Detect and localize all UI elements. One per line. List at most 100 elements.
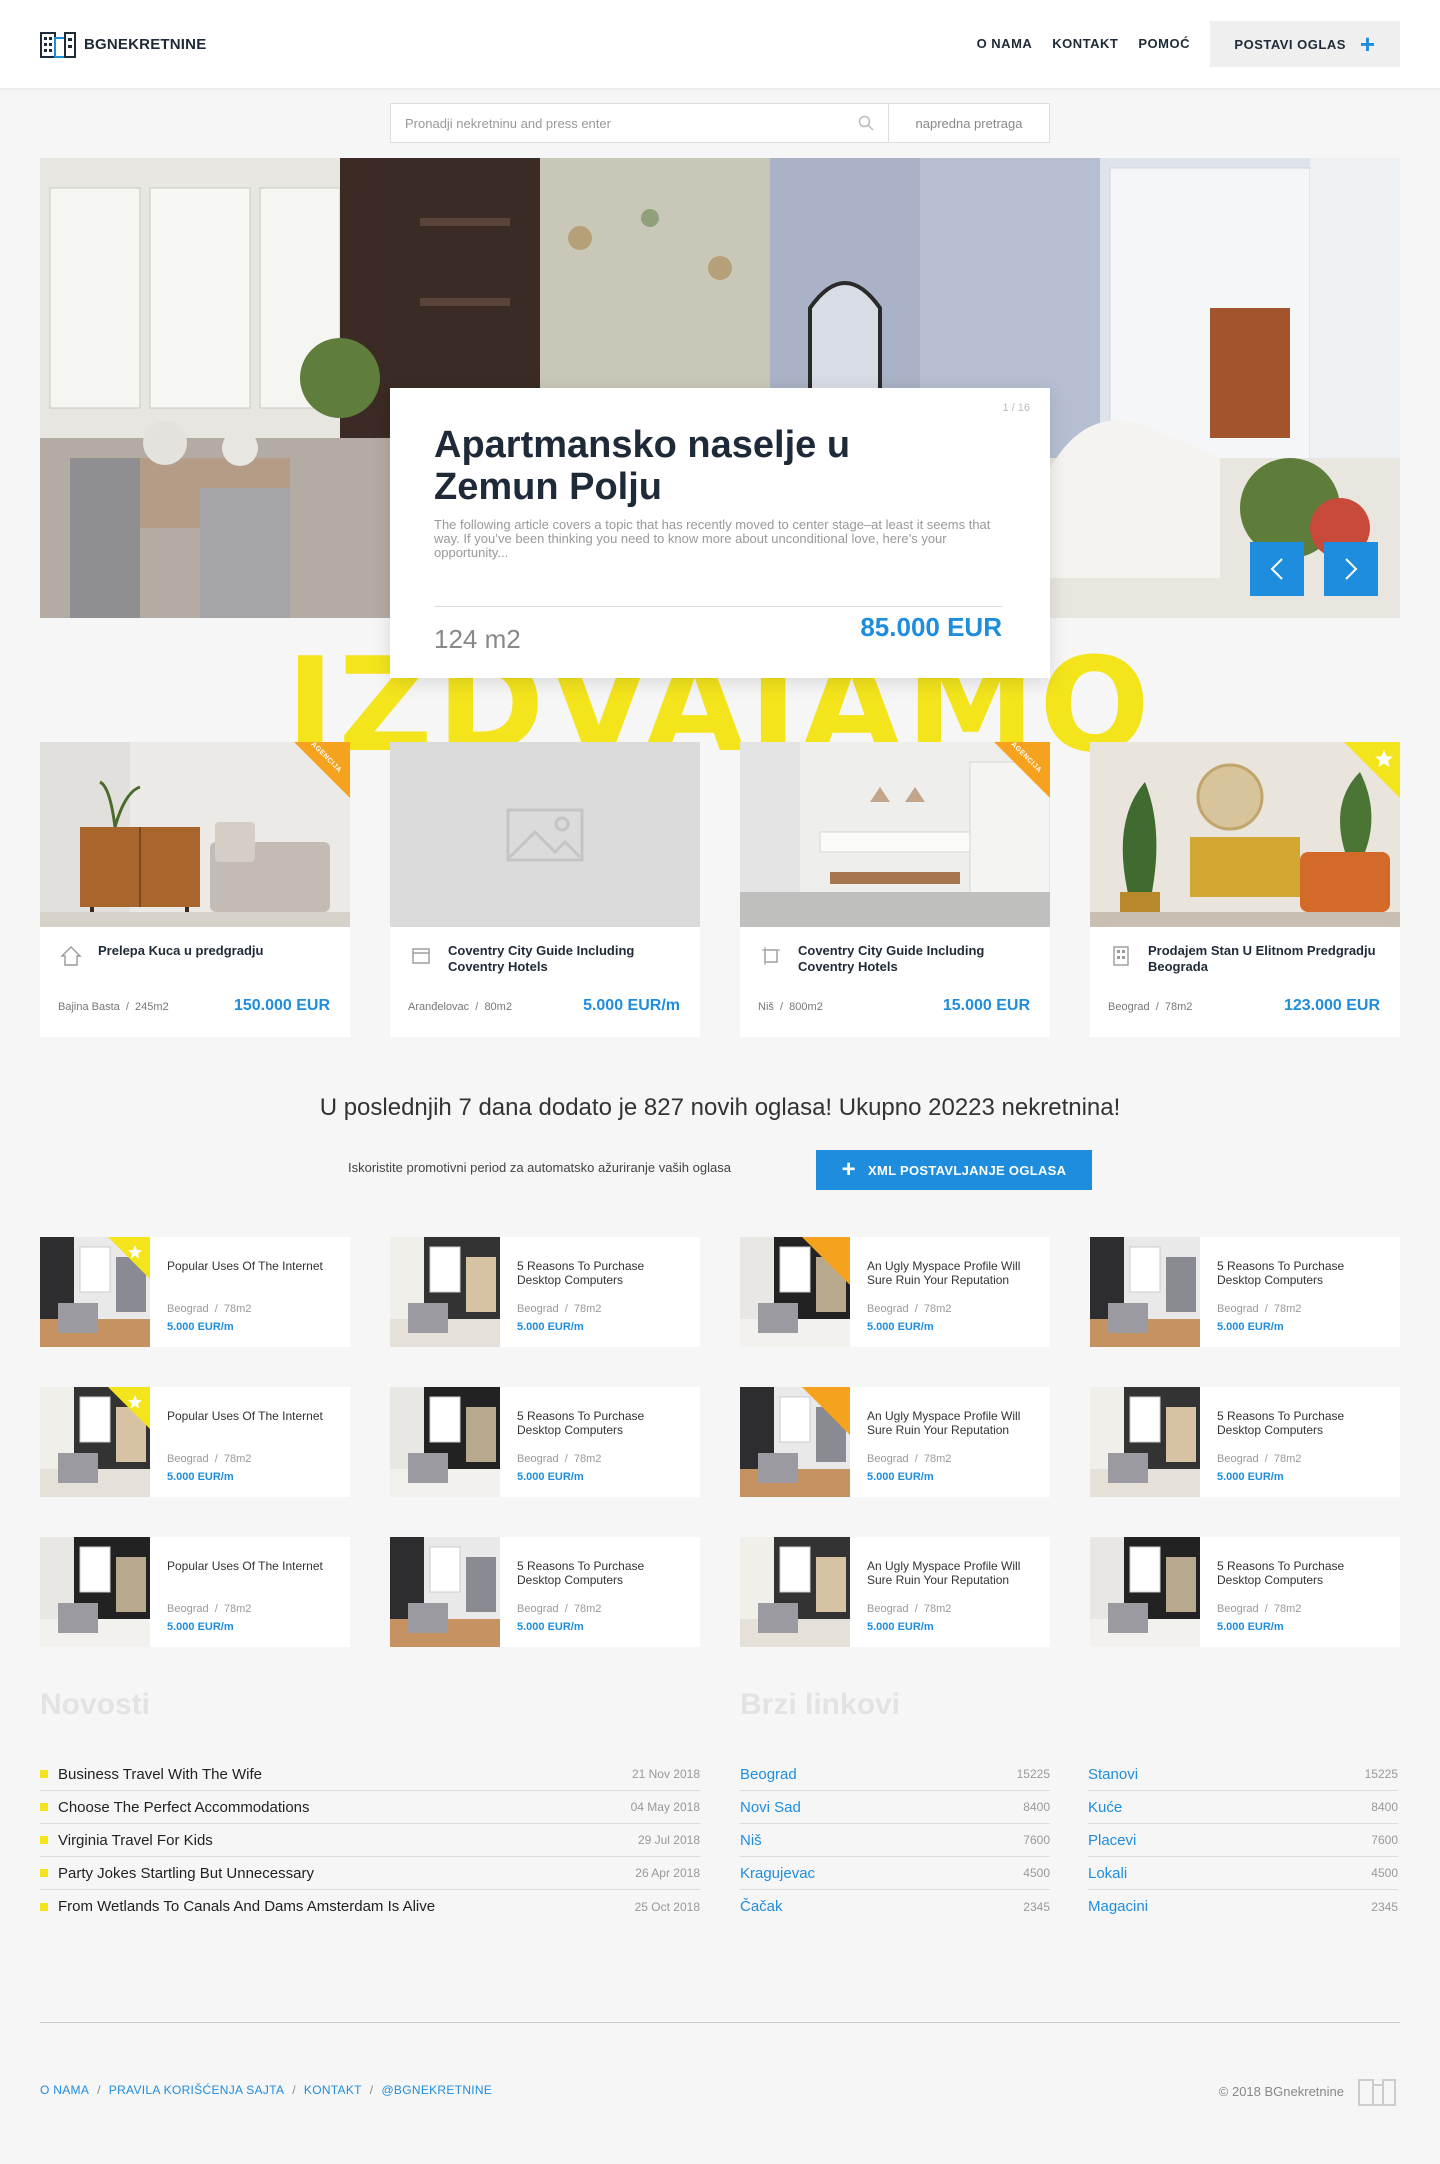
listing-title[interactable]: An Ugly Myspace Profile Will Sure Ruin Y… (867, 1559, 1037, 1587)
news-item[interactable]: Choose The Perfect Accommodations 04 May… (40, 1791, 700, 1824)
hero-image-dining (40, 158, 390, 618)
listing-image (1090, 1537, 1200, 1647)
listing-title[interactable]: Popular Uses Of The Internet (167, 1409, 337, 1423)
listing-title[interactable]: 5 Reasons To Purchase Desktop Computers (517, 1559, 687, 1587)
listing-title[interactable]: 5 Reasons To Purchase Desktop Computers (1217, 1559, 1387, 1587)
city-link[interactable]: Kragujevac 4500 (740, 1857, 1050, 1890)
listing-title[interactable]: Popular Uses Of The Internet (167, 1559, 337, 1573)
listing-title[interactable]: 5 Reasons To Purchase Desktop Computers (517, 1409, 687, 1437)
nav-link-o-nama[interactable]: O NAMA (977, 36, 1033, 51)
site-logo[interactable]: BGNEKRETNINE (40, 30, 206, 58)
listing-card[interactable]: An Ugly Myspace Profile Will Sure Ruin Y… (740, 1237, 1050, 1347)
chevron-right-icon (1345, 558, 1358, 580)
type-link[interactable]: Magacini 2345 (1088, 1890, 1398, 1923)
featured-title[interactable]: Coventry City Guide Including Coventry H… (448, 943, 688, 975)
listing-image (40, 1237, 150, 1347)
plus-icon: + (1359, 29, 1376, 59)
type-link[interactable]: Placevi 7600 (1088, 1824, 1398, 1857)
listing-price: 5.000 EUR/m (1217, 1471, 1284, 1483)
slider-prev-button[interactable] (1250, 542, 1304, 596)
listing-image (1090, 1387, 1200, 1497)
bullet-icon (40, 1836, 48, 1844)
city-link[interactable]: Novi Sad 8400 (740, 1791, 1050, 1824)
promo-text: Iskoristite promotivni period za automat… (348, 1160, 731, 1175)
news-item[interactable]: From Wetlands To Canals And Dams Amsterd… (40, 1890, 700, 1923)
listing-card[interactable]: 5 Reasons To Purchase Desktop Computers … (1090, 1387, 1400, 1497)
listing-price: 5.000 EUR/m (167, 1321, 234, 1333)
advanced-search-link[interactable]: napredna pretraga (889, 104, 1049, 142)
news-heading: Novosti (40, 1688, 151, 1721)
featured-card[interactable]: Coventry City Guide Including Coventry H… (390, 742, 700, 1037)
footer-link-o-nama[interactable]: O NAMA (40, 2083, 89, 2097)
featured-title[interactable]: Prelepa Kuca u predgradju (98, 943, 338, 959)
listing-card[interactable]: Popular Uses Of The Internet Beograd / 7… (40, 1237, 350, 1347)
search-bar: Pronadji nekretninu and press enter napr… (390, 103, 1050, 143)
listing-title[interactable]: 5 Reasons To Purchase Desktop Computers (1217, 1409, 1387, 1437)
hero-title[interactable]: Apartmansko naselje u Zemun Polju (434, 424, 914, 508)
listing-card[interactable]: 5 Reasons To Purchase Desktop Computers … (1090, 1237, 1400, 1347)
slider-next-button[interactable] (1324, 542, 1378, 596)
listing-card[interactable]: An Ugly Myspace Profile Will Sure Ruin Y… (740, 1537, 1050, 1647)
hero-price: 85.000 EUR (860, 612, 1002, 642)
featured-card[interactable]: Prodajem Stan U Elitnom Predgradju Beogr… (1090, 742, 1400, 1037)
quick-links-heading: Brzi linkovi (740, 1688, 901, 1721)
listing-title[interactable]: An Ugly Myspace Profile Will Sure Ruin Y… (867, 1409, 1037, 1437)
listing-card[interactable]: 5 Reasons To Purchase Desktop Computers … (1090, 1537, 1400, 1647)
listing-card[interactable]: 5 Reasons To Purchase Desktop Computers … (390, 1537, 700, 1647)
listing-card[interactable]: Popular Uses Of The Internet Beograd / 7… (40, 1537, 350, 1647)
listing-location: Beograd / 78m2 (867, 1453, 952, 1465)
news-date: 26 Apr 2018 (635, 1866, 700, 1880)
news-item[interactable]: Business Travel With The Wife 21 Nov 201… (40, 1758, 700, 1791)
type-link[interactable]: Lokali 4500 (1088, 1857, 1398, 1890)
hero-card[interactable]: 1 / 16 Apartmansko naselje u Zemun Polju… (390, 388, 1050, 678)
listing-title[interactable]: 5 Reasons To Purchase Desktop Computers (517, 1259, 687, 1287)
news-item[interactable]: Party Jokes Startling But Unnecessary 26… (40, 1857, 700, 1890)
news-date: 21 Nov 2018 (631, 1767, 700, 1781)
image-placeholder (390, 742, 700, 927)
search-icon[interactable] (858, 115, 874, 131)
bullet-icon (40, 1869, 48, 1877)
footer-link-kontakt[interactable]: KONTAKT (304, 2083, 362, 2097)
nav-link-kontakt[interactable]: KONTAKT (1052, 36, 1118, 51)
featured-price: 5.000 EUR/m (583, 997, 680, 1014)
news-date: 25 Oct 2018 (634, 1899, 700, 1914)
city-link[interactable]: Niš 7600 (740, 1824, 1050, 1857)
listing-price: 5.000 EUR/m (517, 1621, 584, 1633)
city-link[interactable]: Beograd 15225 (740, 1758, 1050, 1791)
plus-icon: + (841, 1156, 856, 1183)
post-ad-button[interactable]: POSTAVI OGLAS + (1210, 21, 1400, 67)
listing-title[interactable]: An Ugly Myspace Profile Will Sure Ruin Y… (867, 1259, 1037, 1287)
listing-title[interactable]: 5 Reasons To Purchase Desktop Computers (1217, 1259, 1387, 1287)
listing-title[interactable]: Popular Uses Of The Internet (167, 1259, 337, 1273)
footer-link-pravila[interactable]: PRAVILA KORIŠĆENJA SAJTA (109, 2083, 284, 2097)
featured-location: Niš / 800m2 (758, 1001, 823, 1013)
news-date: 29 Jul 2018 (637, 1833, 700, 1847)
listing-card[interactable]: 5 Reasons To Purchase Desktop Computers … (390, 1387, 700, 1497)
footer-link-social[interactable]: @BGNEKRETNINE (381, 2083, 492, 2097)
listing-card[interactable]: Popular Uses Of The Internet Beograd / 7… (40, 1387, 350, 1497)
nav-link-pomoc[interactable]: POMOĆ (1138, 36, 1190, 51)
listing-location: Beograd / 78m2 (1217, 1453, 1302, 1465)
featured-title[interactable]: Coventry City Guide Including Coventry H… (798, 943, 1038, 975)
building-logo-icon (40, 32, 76, 58)
listing-image (40, 1387, 150, 1497)
featured-title[interactable]: Prodajem Stan U Elitnom Predgradju Beogr… (1148, 943, 1388, 975)
listing-card[interactable]: 5 Reasons To Purchase Desktop Computers … (390, 1237, 700, 1347)
news-item[interactable]: Virginia Travel For Kids 29 Jul 2018 (40, 1824, 700, 1857)
type-link[interactable]: Stanovi 15225 (1088, 1758, 1398, 1791)
stats-text: U poslednjih 7 dana dodato je 827 novih … (319, 1094, 1121, 1121)
news-date: 04 May 2018 (630, 1800, 700, 1814)
featured-card[interactable]: AGENCIJA Coventry City Guide Including C… (740, 741, 1050, 1037)
listing-location: Beograd / 78m2 (167, 1453, 252, 1465)
xml-upload-button[interactable]: + XML POSTAVLJANJE OGLASA (816, 1150, 1092, 1190)
building-icon (1113, 946, 1129, 966)
search-input[interactable]: Pronadji nekretninu and press enter (391, 104, 889, 142)
listing-image (740, 1387, 850, 1497)
listing-price: 5.000 EUR/m (1217, 1621, 1284, 1633)
type-link[interactable]: Kuće 8400 (1088, 1791, 1398, 1824)
listing-card[interactable]: An Ugly Myspace Profile Will Sure Ruin Y… (740, 1387, 1050, 1497)
hero-description: The following article covers a topic tha… (434, 517, 991, 560)
city-link[interactable]: Čačak 2345 (740, 1890, 1050, 1923)
search-placeholder: Pronadji nekretninu and press enter (405, 115, 611, 131)
featured-card[interactable]: AGENCIJA Prelepa Kuca u predgradju Bajin… (40, 741, 350, 1037)
